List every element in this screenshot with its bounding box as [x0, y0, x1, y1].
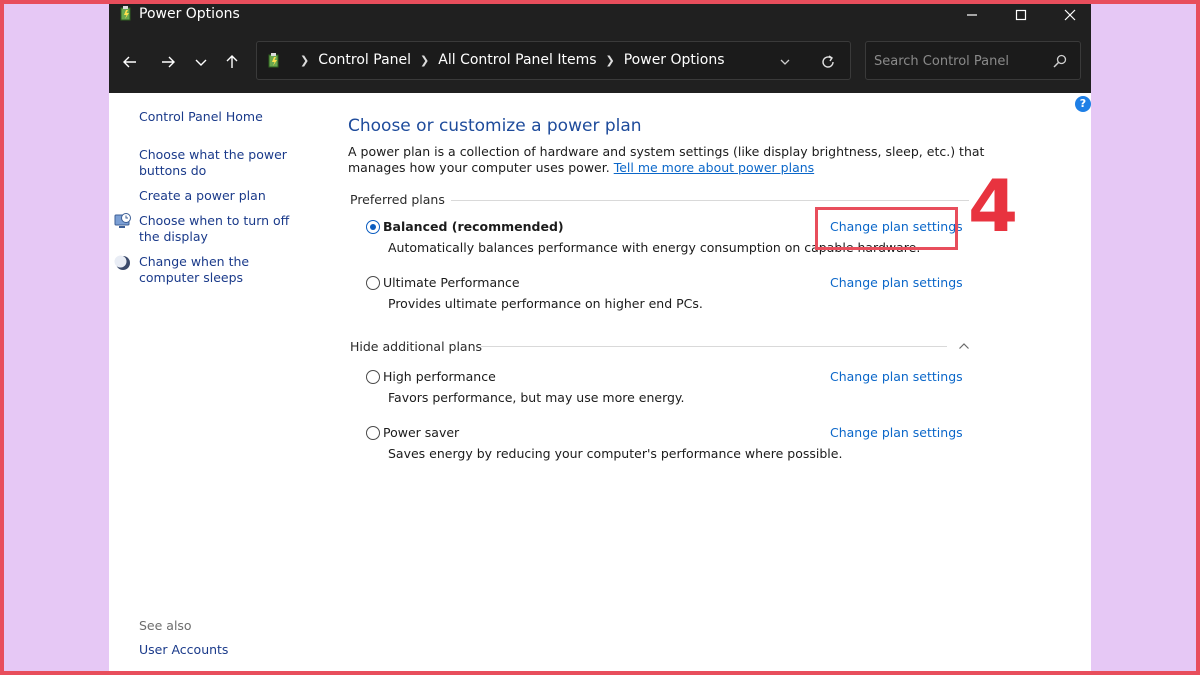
minimize-icon	[967, 14, 977, 16]
step-number: 4	[968, 164, 1019, 248]
address-bar[interactable]: ❯ Control Panel ❯ All Control Panel Item…	[256, 41, 851, 80]
back-button[interactable]	[118, 50, 142, 74]
plan-radio-power-saver[interactable]	[366, 426, 380, 440]
plan-name-ultimate[interactable]: Ultimate Performance	[383, 275, 520, 290]
plan-name-power-saver[interactable]: Power saver	[383, 425, 459, 440]
preferred-plans-divider	[451, 200, 969, 201]
breadcrumb-all-items[interactable]: All Control Panel Items	[438, 52, 596, 68]
power-options-window: Power Options ❯ Control Panel ❯ All Cont…	[109, 0, 1091, 675]
change-plan-settings-ultimate[interactable]: Change plan settings	[830, 275, 963, 290]
breadcrumb-separator-icon[interactable]: ❯	[420, 54, 429, 67]
chevron-down-icon	[195, 59, 207, 66]
plan-name-high-performance[interactable]: High performance	[383, 369, 496, 384]
sidebar-user-accounts[interactable]: User Accounts	[139, 642, 309, 658]
refresh-icon[interactable]	[819, 53, 837, 71]
maximize-button[interactable]	[998, 0, 1044, 30]
plan-radio-balanced[interactable]	[366, 220, 380, 234]
highlight-box	[815, 207, 958, 250]
title-bar: Power Options	[109, 0, 1091, 30]
hide-additional-plans-header[interactable]: Hide additional plans	[350, 339, 482, 354]
sidebar-power-buttons[interactable]: Choose what the power buttons do	[139, 147, 289, 179]
plan-description-high-performance: Favors performance, but may use more ene…	[388, 390, 685, 405]
search-box[interactable]	[865, 41, 1081, 80]
sidebar-create-plan[interactable]: Create a power plan	[139, 188, 309, 204]
search-icon[interactable]	[1052, 53, 1068, 69]
sidebar-control-panel-home[interactable]: Control Panel Home	[139, 109, 309, 125]
plan-description-power-saver: Saves energy by reducing your computer's…	[388, 446, 843, 461]
plan-description-ultimate: Provides ultimate performance on higher …	[388, 296, 703, 311]
forward-button[interactable]	[156, 50, 180, 74]
search-input[interactable]	[874, 51, 1044, 71]
breadcrumb: ❯ Control Panel ❯ All Control Panel Item…	[291, 52, 725, 68]
plan-radio-ultimate[interactable]	[366, 276, 380, 290]
sidebar-computer-sleeps[interactable]: Change when the computer sleeps	[139, 254, 309, 286]
learn-more-link[interactable]: Tell me more about power plans	[614, 160, 814, 175]
plan-radio-high-performance[interactable]	[366, 370, 380, 384]
arrow-right-icon	[162, 56, 175, 68]
preferred-plans-header: Preferred plans	[350, 192, 445, 207]
page-description: A power plan is a collection of hardware…	[348, 144, 988, 176]
moon-icon	[114, 255, 130, 270]
breadcrumb-separator-icon[interactable]: ❯	[606, 54, 615, 67]
see-also-label: See also	[139, 618, 192, 633]
close-button[interactable]	[1047, 0, 1091, 30]
sidebar-turn-off-display[interactable]: Choose when to turn off the display	[139, 213, 309, 245]
power-options-icon	[120, 6, 131, 21]
close-icon	[1064, 9, 1076, 21]
up-button[interactable]	[220, 50, 244, 74]
arrow-left-icon	[123, 56, 136, 68]
power-options-icon	[268, 53, 279, 68]
chevron-down-icon[interactable]	[777, 54, 793, 70]
recent-locations-button[interactable]	[189, 50, 213, 74]
help-icon[interactable]: ?	[1075, 96, 1091, 112]
chevron-up-icon[interactable]	[958, 340, 970, 352]
page-title: Choose or customize a power plan	[348, 116, 642, 136]
additional-plans-divider	[481, 346, 947, 347]
breadcrumb-separator-icon[interactable]: ❯	[300, 54, 309, 67]
maximize-icon	[1015, 9, 1027, 21]
minimize-button[interactable]	[949, 0, 995, 30]
breadcrumb-power-options[interactable]: Power Options	[624, 52, 725, 68]
change-plan-settings-high-performance[interactable]: Change plan settings	[830, 369, 963, 384]
arrow-up-icon	[226, 55, 238, 68]
monitor-clock-icon	[114, 213, 131, 228]
navigation-bar: ❯ Control Panel ❯ All Control Panel Item…	[109, 30, 1091, 93]
change-plan-settings-power-saver[interactable]: Change plan settings	[830, 425, 963, 440]
breadcrumb-control-panel[interactable]: Control Panel	[318, 52, 411, 68]
plan-name-balanced[interactable]: Balanced (recommended)	[383, 219, 564, 234]
window-title: Power Options	[139, 6, 240, 22]
